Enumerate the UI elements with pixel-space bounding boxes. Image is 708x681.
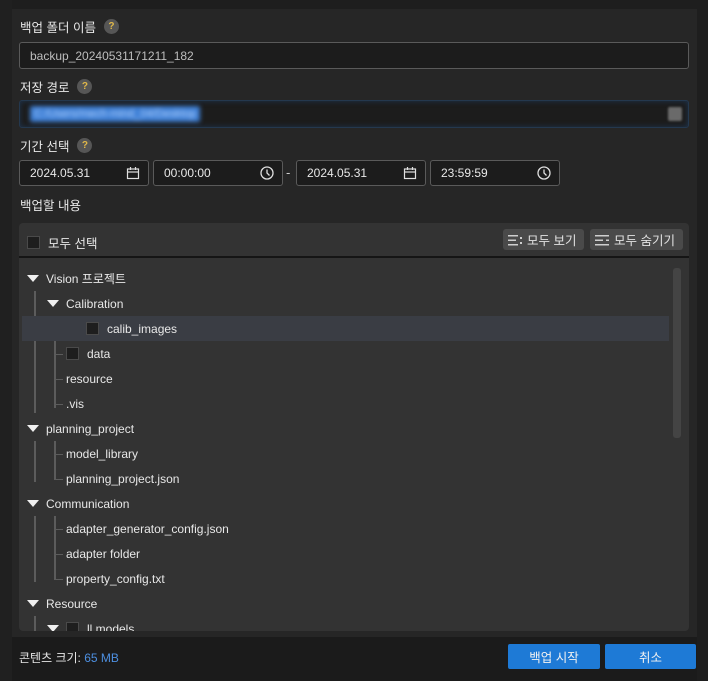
date-range-separator: - <box>286 165 291 180</box>
period-label: 기간 선택 ? <box>20 136 93 155</box>
tree-scrollbar[interactable] <box>673 268 681 438</box>
window-right-edge <box>697 0 708 681</box>
clock-icon[interactable] <box>260 166 274 180</box>
help-icon[interactable]: ? <box>103 19 119 34</box>
tree-item[interactable]: planning_project.json <box>19 466 669 491</box>
expand-arrow-icon[interactable] <box>47 625 59 631</box>
tree-item-label: planning_project.json <box>66 471 180 486</box>
tree-item-label: model_library <box>66 446 139 461</box>
tree-item[interactable]: calib_images <box>22 316 669 341</box>
end-time-value: 23:59:59 <box>441 166 488 180</box>
window-left-edge <box>0 0 12 681</box>
backup-name-value: backup_20240531171211_182 <box>30 48 194 63</box>
end-time-input[interactable]: 23:59:59 <box>430 160 560 186</box>
select-all-label: 모두 선택 <box>48 237 98 251</box>
content-size-label: 콘텐츠 크기: <box>19 651 81 665</box>
tree-item[interactable]: adapter_generator_config.json <box>19 516 669 541</box>
tree-item[interactable]: adapter folder <box>19 541 669 566</box>
tree-item[interactable]: Resource <box>19 591 669 616</box>
tree-item-label: Communication <box>46 496 130 511</box>
expand-all-label: 모두 보기 <box>527 234 577 248</box>
tree-item-label: resource <box>66 371 113 386</box>
start-backup-button[interactable]: 백업 시작 <box>508 644 600 669</box>
expand-arrow-icon[interactable] <box>27 500 39 507</box>
tree-item[interactable]: Vision 프로젝트 <box>19 266 669 291</box>
tree-item[interactable]: Communication <box>19 491 669 516</box>
expand-arrow-icon[interactable] <box>47 300 59 307</box>
tree-item[interactable]: ll models <box>19 616 669 631</box>
tree-item-label: ll models <box>87 621 135 632</box>
expand-arrow-icon[interactable] <box>27 425 39 432</box>
tree-item[interactable]: data <box>19 341 669 366</box>
start-time-input[interactable]: 00:00:00 <box>153 160 283 186</box>
window-top-edge <box>0 0 708 9</box>
start-date-value: 2024.05.31 <box>30 166 91 180</box>
select-all-checkbox[interactable]: 모두 선택 <box>27 233 97 252</box>
checkbox[interactable] <box>86 322 99 335</box>
tree-item-label: calib_images <box>107 321 178 336</box>
collapse-all-button[interactable]: 모두 숨기기 <box>590 229 683 250</box>
content-size: 콘텐츠 크기: 65 MB <box>19 649 119 666</box>
content-tree: Vision 프로젝트 Calibration calib_images dat… <box>19 260 689 631</box>
help-icon[interactable]: ? <box>77 79 93 94</box>
checkbox[interactable] <box>66 347 79 360</box>
folder-icon[interactable] <box>668 107 682 121</box>
save-path-value: C:/Users/mech-mind_04/Desktop <box>30 106 201 122</box>
tree-item-label: property_config.txt <box>66 571 165 586</box>
tree-item-label: planning_project <box>46 421 135 436</box>
checkbox[interactable] <box>66 622 79 631</box>
collapse-list-icon <box>595 234 609 245</box>
help-icon[interactable]: ? <box>77 138 93 153</box>
tree-item[interactable]: resource <box>19 366 669 391</box>
checkbox[interactable] <box>27 236 40 249</box>
backup-name-label-text: 백업 폴더 이름 <box>20 21 96 35</box>
content-header: 모두 선택 모두 보기 모두 숨기기 <box>19 223 689 258</box>
backup-name-label: 백업 폴더 이름 ? <box>20 17 119 36</box>
content-label-text: 백업할 내용 <box>20 199 81 213</box>
tree-item[interactable]: .vis <box>19 391 669 416</box>
period-label-text: 기간 선택 <box>20 140 70 154</box>
tree-item-label: .vis <box>66 396 84 411</box>
start-date-input[interactable]: 2024.05.31 <box>19 160 149 186</box>
content-panel: 모두 선택 모두 보기 모두 숨기기 Vision 프로젝트 Calibrati… <box>19 223 689 631</box>
collapse-all-label: 모두 숨기기 <box>614 234 675 248</box>
cancel-button[interactable]: 취소 <box>605 644 696 669</box>
expand-arrow-icon[interactable] <box>27 275 39 282</box>
start-time-value: 00:00:00 <box>164 166 211 180</box>
tree-item[interactable]: planning_project <box>19 416 669 441</box>
end-date-input[interactable]: 2024.05.31 <box>296 160 426 186</box>
save-path-label-text: 저장 경로 <box>20 81 70 95</box>
expand-all-button[interactable]: 모두 보기 <box>503 229 584 250</box>
calendar-icon[interactable] <box>403 166 417 180</box>
tree-item-label: Calibration <box>66 296 124 311</box>
tree-item-label: data <box>87 346 111 361</box>
tree-item[interactable]: Calibration <box>19 291 669 316</box>
calendar-icon[interactable] <box>126 166 140 180</box>
clock-icon[interactable] <box>537 166 551 180</box>
content-label: 백업할 내용 <box>20 195 81 214</box>
save-path-label: 저장 경로 ? <box>20 77 93 96</box>
backup-name-input[interactable]: backup_20240531171211_182 <box>19 42 689 69</box>
save-path-input[interactable]: C:/Users/mech-mind_04/Desktop <box>19 100 689 128</box>
expand-list-icon <box>508 234 522 245</box>
end-date-value: 2024.05.31 <box>307 166 368 180</box>
expand-arrow-icon[interactable] <box>27 600 39 607</box>
tree-item-label: adapter folder <box>66 546 141 561</box>
tree-item-label: Resource <box>46 596 98 611</box>
tree-item[interactable]: model_library <box>19 441 669 466</box>
content-size-value: 65 MB <box>84 651 119 665</box>
tree-item[interactable]: property_config.txt <box>19 566 669 591</box>
tree-item-label: adapter_generator_config.json <box>66 521 229 536</box>
tree-item-label: Vision 프로젝트 <box>46 272 126 286</box>
